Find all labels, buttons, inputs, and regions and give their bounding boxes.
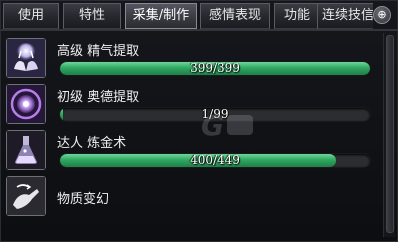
tab-scroll-right-icon[interactable]: ⊕ [373, 6, 391, 24]
tab-traits[interactable]: 特性 [63, 3, 121, 29]
tab-use[interactable]: 使用 [3, 3, 59, 29]
tab-emotes[interactable]: 感情表现 [200, 3, 270, 29]
skill-progress-text: 400/449 [190, 154, 240, 167]
skill-row[interactable]: 高级 精气提取 399/399 [1, 36, 381, 80]
skill-progress-bar: 400/449 [60, 154, 370, 167]
skill-row[interactable]: 初级 奥德提取 1/99 [1, 82, 381, 126]
scrollbar-thumb[interactable] [386, 35, 394, 233]
hands-glow-icon[interactable] [6, 38, 46, 78]
watermark-logo: G [197, 105, 261, 145]
tab-combo-info[interactable]: 连续技信息 [317, 3, 373, 29]
skill-name: 物质变幻 [57, 192, 110, 207]
skill-row[interactable]: 物质变幻 [1, 174, 381, 218]
odd-orb-icon[interactable] [6, 84, 46, 124]
skill-panel: 使用 特性 采集/制作 感情表现 功能 连续技信息 ⊕ [0, 0, 398, 242]
svg-text:G: G [201, 109, 224, 142]
skill-name: 高级 精气提取 [57, 44, 140, 59]
skill-progress-bar: 399/399 [60, 62, 370, 75]
alchemy-flask-icon[interactable] [6, 130, 46, 170]
tab-divider [1, 29, 398, 31]
skill-name: 初级 奥德提取 [57, 90, 140, 105]
skill-row[interactable]: 达人 炼金术 400/449 [1, 128, 381, 172]
scrollbar[interactable] [383, 33, 395, 237]
skill-progress-text: 399/399 [190, 62, 240, 75]
tab-functions[interactable]: 功能 [274, 3, 320, 29]
skill-name: 达人 炼金术 [57, 136, 127, 151]
tab-gather-craft[interactable]: 采集/制作 [125, 3, 197, 29]
transform-hand-icon[interactable] [6, 176, 46, 216]
tab-bar: 使用 特性 采集/制作 感情表现 功能 连续技信息 ⊕ [1, 1, 398, 31]
